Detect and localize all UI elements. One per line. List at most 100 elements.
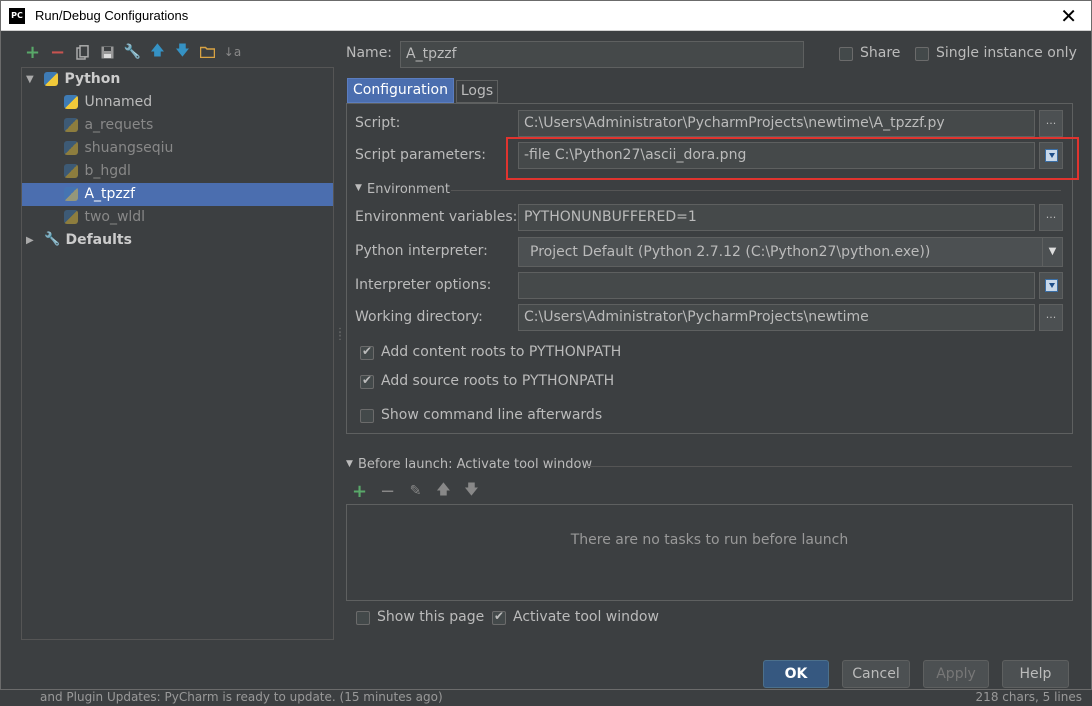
remove-task-icon[interactable]: − [378,481,397,502]
env-vars-label: Environment variables: [355,209,518,225]
script-input[interactable]: C:\Users\Administrator\PycharmProjects\n… [518,110,1035,137]
edit-env-vars-button[interactable]: ... [1039,204,1063,231]
share-label: Share [860,45,901,61]
working-dir-label: Working directory: [355,309,483,325]
move-task-down-icon[interactable]: 🡇 [462,482,481,501]
interpreter-select[interactable]: Project Default (Python 2.7.12 (C:\Pytho… [518,237,1063,267]
dropdown-arrow-icon[interactable]: ▼ [1042,238,1062,266]
add-source-roots-label: Add source roots to PYTHONPATH [381,373,615,389]
python-icon [64,163,78,178]
python-icon [44,71,58,86]
tree-group-label: Python [64,71,121,87]
add-task-icon[interactable]: + [350,481,369,502]
activate-tool-window-checkbox[interactable] [492,609,506,625]
add-icon[interactable]: + [23,42,42,63]
tree-item-a-tpzzf[interactable]: A_tpzzf [22,183,333,206]
show-page-label: Show this page [377,609,485,625]
tab-configuration[interactable]: Configuration [347,78,454,103]
status-chars: 218 chars, 5 lines [975,690,1082,704]
help-button[interactable]: Help [1002,660,1069,688]
before-launch-collapse-icon[interactable]: ▼ [346,459,353,469]
script-params-label: Script parameters: [355,147,486,163]
show-page-checkbox[interactable] [356,611,370,625]
add-content-roots-label: Add content roots to PYTHONPATH [381,344,622,360]
close-icon[interactable]: ✕ [1060,4,1077,28]
wrench-icon: 🔧 [44,231,61,247]
collapse-arrow-icon[interactable]: ▶ [26,229,38,252]
tree-item-label: shuangseqiu [84,140,174,156]
before-launch-toolbar: + − ✎ 🡅 🡇 [350,481,481,502]
environment-section-title: Environment [367,182,451,197]
python-icon [64,186,78,201]
working-dir-input[interactable]: C:\Users\Administrator\PycharmProjects\n… [518,304,1035,331]
highlight-annotation [506,137,1079,180]
interp-options-label: Interpreter options: [355,277,492,293]
browse-working-dir-button[interactable]: ... [1039,304,1063,331]
sort-icon[interactable]: ↓a [223,43,242,62]
tree-group-label: Defaults [65,232,132,248]
show-cmd-checkbox[interactable] [360,409,374,423]
remove-icon[interactable]: − [48,42,67,63]
tree-item-two-wldl[interactable]: two_wldl [22,206,333,229]
environment-divider [451,190,1061,191]
add-content-roots-checkbox[interactable] [360,344,374,360]
share-checkbox[interactable] [839,47,853,61]
add-source-roots-checkbox[interactable] [360,373,374,389]
interpreter-label: Python interpreter: [355,243,488,259]
before-launch-title: Before launch: Activate tool window [358,457,593,472]
folder-icon[interactable] [198,43,217,62]
move-task-up-icon[interactable]: 🡅 [434,482,453,501]
pycharm-logo-icon: PC [9,8,25,24]
splitter-handle[interactable]: ⋮ ⋮ [335,328,345,345]
browse-script-button[interactable]: ... [1039,110,1063,137]
before-launch-divider [586,466,1072,467]
python-icon [64,94,78,109]
before-launch-task-list: There are no tasks to run before launch [346,504,1073,601]
copy-icon[interactable] [73,43,92,62]
name-label: Name: [346,45,393,61]
move-down-icon[interactable]: 🡇 [173,43,192,62]
cancel-button[interactable]: Cancel [842,660,910,688]
tree-group-python[interactable]: ▼ Python [22,68,333,91]
ok-button[interactable]: OK [763,660,829,688]
activate-tool-window-label: Activate tool window [513,609,659,625]
tree-item-b-hgdl[interactable]: b_hgdl [22,160,333,183]
edit-task-icon[interactable]: ✎ [406,482,425,501]
title-bar[interactable]: PC Run/Debug Configurations ✕ [1,1,1091,31]
python-icon [64,140,78,155]
show-cmd-label: Show command line afterwards [381,407,603,423]
config-tree: ▼ Python Unnamed a_requets shuangseqiu b… [21,67,334,640]
tree-group-defaults[interactable]: ▶ 🔧 Defaults [22,229,333,252]
python-icon [64,209,78,224]
status-message: and Plugin Updates: PyCharm is ready to … [40,690,443,704]
tree-item-label: two_wldl [84,209,146,225]
tree-item-shuangseqiu[interactable]: shuangseqiu [22,137,333,160]
name-input[interactable]: A_tpzzf [400,41,804,68]
tree-item-label: Unnamed [84,94,153,110]
tree-item-a-requets[interactable]: a_requets [22,114,333,137]
interpreter-selected-value: Project Default (Python 2.7.12 (C:\Pytho… [530,244,931,260]
python-icon [64,117,78,132]
background-status-bar: and Plugin Updates: PyCharm is ready to … [0,688,1092,706]
apply-button[interactable]: Apply [923,660,989,688]
env-vars-input[interactable]: PYTHONUNBUFFERED=1 [518,204,1035,231]
save-icon[interactable] [98,43,117,62]
expand-field-icon [1044,279,1058,292]
tree-item-label: A_tpzzf [84,186,136,202]
single-instance-checkbox[interactable] [915,47,929,61]
tree-item-label: a_requets [84,117,154,133]
section-collapse-icon[interactable]: ▼ [355,183,362,193]
tree-item-unnamed[interactable]: Unnamed [22,91,333,114]
wrench-icon[interactable]: 🔧 [123,43,142,62]
script-label: Script: [355,115,401,131]
single-instance-label: Single instance only [936,45,1077,61]
tree-item-label: b_hgdl [84,163,131,179]
expand-arrow-icon[interactable]: ▼ [26,68,38,91]
expand-interp-options-button[interactable] [1039,272,1063,299]
empty-tasks-message: There are no tasks to run before launch [570,532,849,548]
run-debug-dialog: PC Run/Debug Configurations ✕ + − 🔧 🡅 🡇 … [0,0,1092,690]
config-toolbar: + − 🔧 🡅 🡇 ↓a [23,41,242,63]
move-up-icon[interactable]: 🡅 [148,43,167,62]
interp-options-input[interactable] [518,272,1035,299]
tab-logs[interactable]: Logs [456,80,498,103]
